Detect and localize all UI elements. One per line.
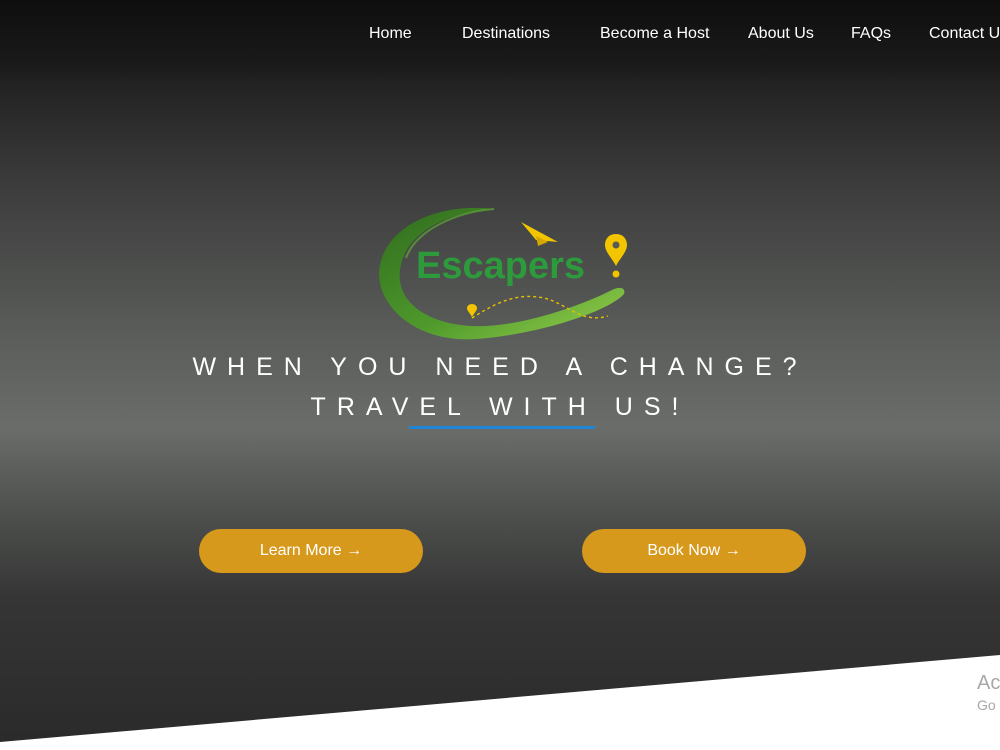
bottom-wave-divider: [0, 655, 1000, 750]
page: Home Destinations Become a Host About Us…: [0, 0, 1000, 750]
activate-windows-title: Ac: [977, 672, 1000, 694]
activate-windows-subtitle: Go: [977, 697, 996, 713]
